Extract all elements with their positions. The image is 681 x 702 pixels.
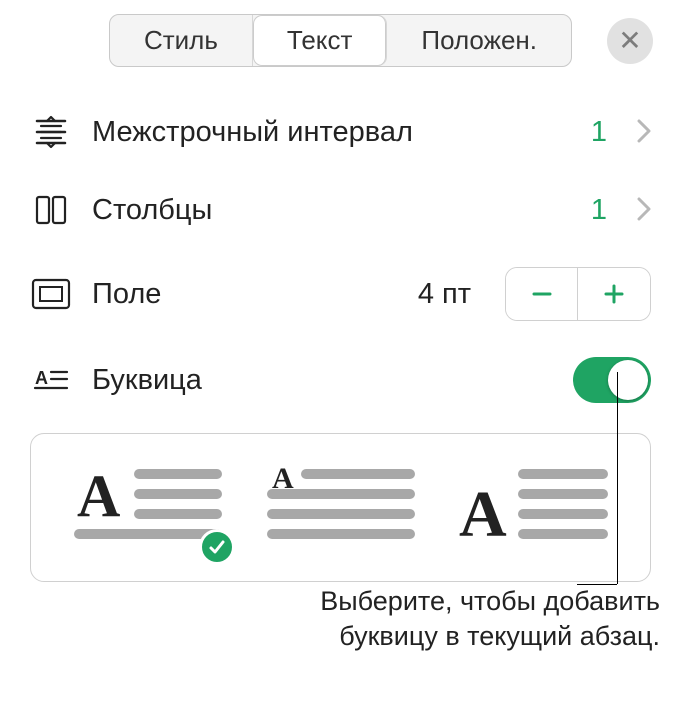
tab-position[interactable]: Положен. xyxy=(387,15,571,66)
columns-icon xyxy=(30,189,72,231)
chevron-right-icon xyxy=(637,192,651,229)
close-icon: ✕ xyxy=(618,25,641,56)
svg-text:A: A xyxy=(35,368,48,388)
selected-check-icon xyxy=(199,529,235,565)
row-dropcap: A Буквица xyxy=(0,339,681,421)
text-format-panel: Стиль Текст Положен. ✕ xyxy=(0,0,681,582)
plus-icon xyxy=(602,282,626,306)
dropcap-icon: A xyxy=(30,359,72,401)
line-spacing-label: Межстрочный интервал xyxy=(92,116,571,149)
row-line-spacing[interactable]: Межстрочный интервал 1 xyxy=(0,93,681,171)
svg-text:A: A xyxy=(459,478,507,548)
chevron-right-icon xyxy=(637,114,651,151)
dropcap-style-1[interactable]: A xyxy=(73,462,223,553)
tab-bar: Стиль Текст Положен. ✕ xyxy=(0,0,681,85)
tab-segment: Стиль Текст Положен. xyxy=(109,14,572,67)
margin-increase-button[interactable] xyxy=(578,268,650,320)
row-columns[interactable]: Столбцы 1 xyxy=(0,171,681,249)
line-spacing-value: 1 xyxy=(591,116,607,149)
minus-icon xyxy=(530,282,554,306)
margin-stepper xyxy=(505,267,651,321)
callout-text: Выберите, чтобы добавить буквицу в текущ… xyxy=(240,584,660,653)
callout-line-1: Выберите, чтобы добавить xyxy=(320,586,660,616)
dropcap-toggle[interactable] xyxy=(573,357,651,403)
callout-line-2: буквицу в текущий абзац. xyxy=(339,621,660,651)
tab-text[interactable]: Текст xyxy=(253,15,387,66)
columns-value: 1 xyxy=(591,194,607,227)
columns-label: Столбцы xyxy=(92,194,571,227)
margin-icon xyxy=(30,273,72,315)
dropcap-label: Буквица xyxy=(92,364,553,397)
options-list: Межстрочный интервал 1 Столбцы 1 xyxy=(0,85,681,582)
margin-value: 4 пт xyxy=(418,278,471,311)
margin-label: Поле xyxy=(92,278,398,311)
dropcap-style-2[interactable]: A xyxy=(266,462,416,553)
line-spacing-icon xyxy=(30,111,72,153)
callout-leader-line xyxy=(617,372,618,584)
dropcap-style-picker: A A xyxy=(30,433,651,582)
dropcap-style-3[interactable]: A xyxy=(459,462,609,553)
svg-text:A: A xyxy=(77,463,120,529)
tab-style[interactable]: Стиль xyxy=(110,15,253,66)
toggle-knob xyxy=(608,360,648,400)
row-margin: Поле 4 пт xyxy=(0,249,681,339)
margin-decrease-button[interactable] xyxy=(506,268,578,320)
close-button[interactable]: ✕ xyxy=(607,18,653,64)
